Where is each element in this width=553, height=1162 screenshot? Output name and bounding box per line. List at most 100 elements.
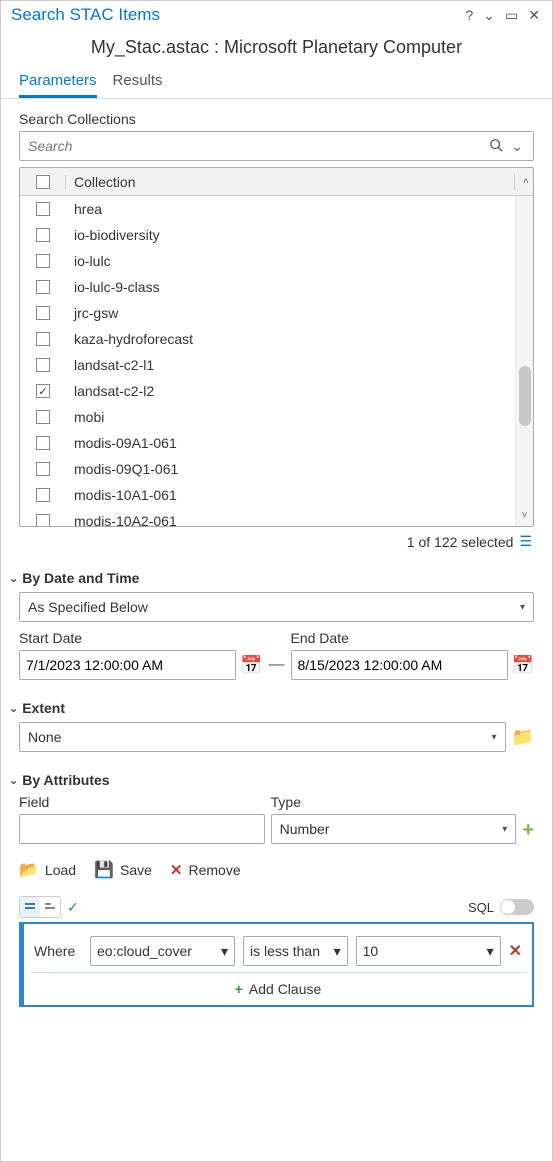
scroll-down-icon[interactable]: ˅	[516, 510, 533, 526]
type-select[interactable]: Number ▾	[271, 814, 517, 844]
collection-name: modis-09Q1-061	[66, 461, 515, 477]
table-row[interactable]: hrea	[20, 196, 515, 222]
section-attributes[interactable]: ⌄ By Attributes	[9, 766, 534, 794]
text-mode-icon[interactable]	[40, 897, 60, 917]
collections-header: Collection ˄	[20, 168, 533, 196]
search-icon[interactable]	[485, 138, 507, 155]
clause-keyword: Where	[34, 943, 82, 959]
caret-down-icon: ▾	[334, 943, 341, 960]
collections-scrollbar[interactable]: ˅	[515, 196, 533, 526]
x-icon: ✕	[170, 861, 183, 879]
section-extent[interactable]: ⌄ Extent	[9, 694, 534, 722]
row-checkbox[interactable]	[36, 254, 50, 268]
clause-value-text: 10	[363, 943, 379, 959]
clause-value-select[interactable]: 10 ▾	[356, 936, 501, 966]
row-checkbox[interactable]	[36, 384, 50, 398]
menu-chevron-icon[interactable]: ⌄	[481, 7, 497, 24]
where-clause-row: Where eo:cloud_cover ▾ is less than ▾ 10…	[30, 930, 526, 972]
clause-operator-value: is less than	[250, 943, 320, 959]
collection-name: modis-10A1-061	[66, 487, 515, 503]
row-checkbox[interactable]	[36, 280, 50, 294]
collection-search-row: ⌄	[19, 131, 534, 161]
table-row[interactable]: jrc-gsw	[20, 300, 515, 326]
table-row[interactable]: landsat-c2-l2	[20, 378, 515, 404]
expression-mode-toggle[interactable]	[19, 896, 61, 918]
caret-down-icon: ▾	[520, 602, 525, 613]
calendar-icon[interactable]: 📅	[512, 655, 534, 676]
validate-icon[interactable]: ✓	[67, 899, 79, 916]
selection-list-icon[interactable]: ☰	[519, 533, 532, 550]
scroll-up-icon[interactable]: ˄	[523, 176, 529, 187]
expression-builder: Where eo:cloud_cover ▾ is less than ▾ 10…	[19, 922, 534, 1007]
collection-name: modis-09A1-061	[66, 435, 515, 451]
row-checkbox[interactable]	[36, 514, 50, 526]
table-row[interactable]: landsat-c2-l1	[20, 352, 515, 378]
remove-button[interactable]: ✕ Remove	[170, 861, 241, 879]
select-all-checkbox[interactable]	[36, 175, 50, 189]
row-checkbox[interactable]	[36, 228, 50, 242]
titlebar: Search STAC Items ? ⌄ ▭ ✕	[1, 1, 552, 29]
table-row[interactable]: modis-10A1-061	[20, 482, 515, 508]
table-row[interactable]: io-lulc	[20, 248, 515, 274]
type-value: Number	[280, 821, 330, 837]
row-checkbox[interactable]	[36, 202, 50, 216]
collection-search-input[interactable]	[26, 137, 485, 155]
load-button[interactable]: 📂 Load	[19, 860, 76, 880]
row-checkbox[interactable]	[36, 306, 50, 320]
table-row[interactable]: modis-09A1-061	[20, 430, 515, 456]
add-field-button[interactable]: +	[522, 819, 534, 844]
field-input[interactable]	[19, 814, 265, 844]
calendar-icon[interactable]: 📅	[240, 655, 262, 676]
section-date-time[interactable]: ⌄ By Date and Time	[9, 564, 534, 592]
table-row[interactable]: kaza-hydroforecast	[20, 326, 515, 352]
row-checkbox[interactable]	[36, 358, 50, 372]
load-label: Load	[45, 862, 76, 878]
collection-column-header[interactable]: Collection	[66, 174, 515, 190]
maximize-icon[interactable]: ▭	[503, 7, 520, 24]
caret-down-icon: ▾	[487, 943, 494, 960]
chevron-down-icon: ⌄	[9, 702, 18, 715]
table-row[interactable]: io-biodiversity	[20, 222, 515, 248]
search-collections-label: Search Collections	[19, 111, 534, 127]
add-clause-label: Add Clause	[249, 981, 321, 997]
builder-mode-icon[interactable]	[20, 897, 40, 917]
sql-label: SQL	[468, 900, 494, 915]
table-row[interactable]: io-lulc-9-class	[20, 274, 515, 300]
row-checkbox[interactable]	[36, 410, 50, 424]
remove-clause-button[interactable]: ✕	[509, 941, 522, 961]
start-date-label: Start Date	[19, 630, 263, 646]
table-row[interactable]: modis-09Q1-061	[20, 456, 515, 482]
close-icon[interactable]: ✕	[526, 7, 542, 24]
table-row[interactable]: mobi	[20, 404, 515, 430]
table-row[interactable]: modis-10A2-061	[20, 508, 515, 526]
save-button[interactable]: 💾 Save	[94, 860, 152, 880]
scroll-thumb[interactable]	[519, 366, 531, 426]
caret-down-icon: ▾	[492, 732, 497, 743]
collection-name: kaza-hydroforecast	[66, 331, 515, 347]
extent-select[interactable]: None ▾	[19, 722, 506, 752]
row-checkbox[interactable]	[36, 436, 50, 450]
chevron-down-icon: ⌄	[9, 572, 18, 585]
tab-results[interactable]: Results	[113, 68, 163, 98]
row-checkbox[interactable]	[36, 332, 50, 346]
sql-toggle[interactable]	[500, 899, 534, 915]
search-dropdown-icon[interactable]: ⌄	[507, 138, 527, 155]
tab-parameters[interactable]: Parameters	[19, 68, 97, 98]
clause-field-value: eo:cloud_cover	[97, 943, 192, 959]
browse-folder-icon[interactable]: 📁	[512, 727, 534, 748]
clause-operator-select[interactable]: is less than ▾	[243, 936, 348, 966]
clause-field-select[interactable]: eo:cloud_cover ▾	[90, 936, 235, 966]
date-mode-select[interactable]: As Specified Below ▾	[19, 592, 534, 622]
add-clause-button[interactable]: + Add Clause	[30, 972, 526, 999]
row-checkbox[interactable]	[36, 488, 50, 502]
connection-subtitle: My_Stac.astac : Microsoft Planetary Comp…	[1, 29, 552, 68]
row-checkbox[interactable]	[36, 462, 50, 476]
folder-open-icon: 📂	[19, 860, 39, 880]
collection-name: io-biodiversity	[66, 227, 515, 243]
start-date-input[interactable]	[19, 650, 236, 680]
collection-name: mobi	[66, 409, 515, 425]
end-date-input[interactable]	[291, 650, 508, 680]
collection-name: io-lulc	[66, 253, 515, 269]
selection-count-text: 1 of 122 selected	[407, 534, 514, 550]
help-icon[interactable]: ?	[464, 7, 476, 23]
